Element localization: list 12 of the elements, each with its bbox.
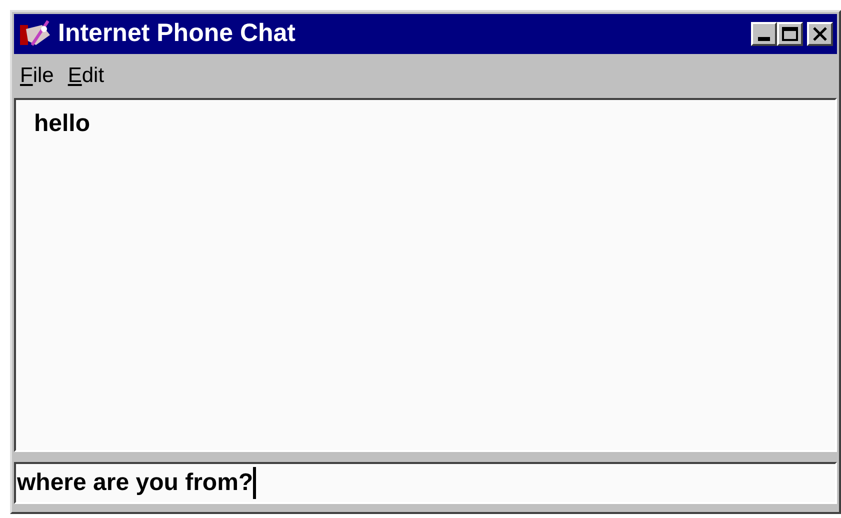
chat-message: hello [34, 109, 92, 139]
minimize-button[interactable] [751, 22, 777, 46]
menu-item[interactable]: Edit [68, 60, 104, 92]
menu-item[interactable]: File [20, 60, 54, 92]
minimize-icon [758, 37, 770, 41]
input-field[interactable]: where are you from? [14, 462, 837, 504]
text-cursor-icon [253, 467, 256, 499]
window-title: Internet Phone Chat [58, 18, 297, 50]
close-icon [813, 27, 827, 41]
maximize-icon [782, 27, 798, 41]
maximize-button[interactable] [777, 22, 803, 46]
close-button[interactable] [807, 22, 833, 46]
